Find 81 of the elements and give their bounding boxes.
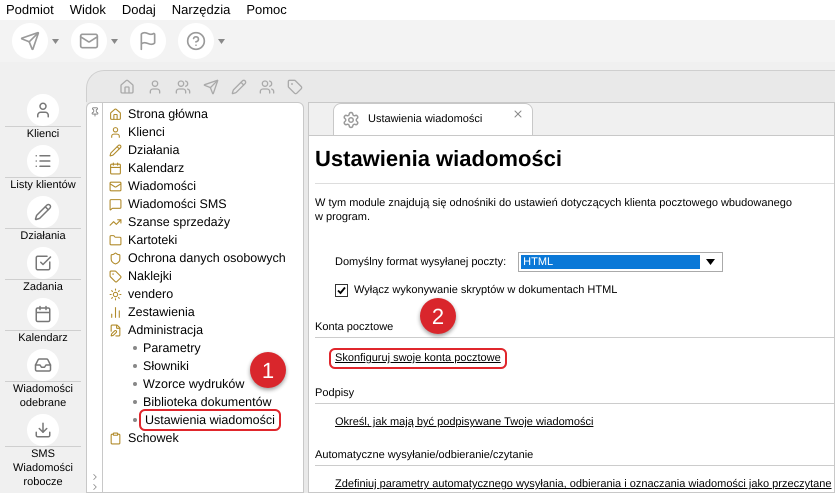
inbox-icon[interactable] (27, 349, 59, 381)
sun-icon (109, 288, 122, 300)
tree-item[interactable]: Administracja (128, 321, 204, 339)
menu-item[interactable]: Dodaj (122, 0, 156, 20)
close-icon[interactable] (512, 108, 524, 120)
pencil-icon (109, 144, 122, 156)
clipboard-icon (109, 432, 122, 444)
pencil-icon[interactable] (231, 78, 247, 94)
bullet-icon (133, 382, 137, 386)
pin-icon[interactable] (90, 107, 100, 117)
tree-item[interactable]: Schowek (128, 429, 179, 447)
bar-chart-icon (109, 306, 122, 318)
calendar-icon[interactable] (27, 298, 59, 330)
tree-item[interactable]: Ochrona danych osobowych (128, 249, 286, 267)
gear-icon (342, 110, 360, 128)
tree-item[interactable]: Działania (128, 141, 180, 159)
person-icon (109, 126, 122, 138)
tree-item[interactable]: vendero (128, 285, 174, 303)
section-link[interactable]: Skonfiguruj swoje konta pocztowe (329, 348, 507, 368)
tree-item[interactable]: Kartoteki (128, 231, 178, 249)
tag-icon[interactable] (287, 78, 303, 94)
intro-text: W tym module znajdują się odnośniki do ustawień dotyczących klienta pocztowego wbudowanego w program. (315, 196, 793, 224)
tree-item[interactable]: Parametry (143, 339, 201, 357)
bullet-icon (133, 346, 137, 350)
chat-icon (109, 198, 122, 210)
tree-item[interactable]: Klienci (128, 123, 165, 141)
section-link[interactable]: Zdefiniuj parametry automatycznego wysyłania, odbierania i oznaczania wiadomości jako przeczytane (335, 476, 832, 492)
tree-item[interactable]: Wiadomości SMS (128, 195, 227, 213)
nav-label[interactable]: Zadania (3, 280, 83, 294)
envelope-icon[interactable] (71, 23, 107, 59)
menu-item[interactable]: Podmiot (6, 0, 54, 20)
page-title: Ustawienia wiadomości (315, 142, 834, 184)
pencil-icon[interactable] (27, 196, 59, 228)
section-heading: Automatyczne wysyłanie/odbieranie/czytanie (315, 446, 834, 466)
tag-icon (109, 270, 122, 282)
caret-icon[interactable] (706, 259, 715, 265)
tree-item[interactable]: Naklejki (128, 267, 172, 285)
tree-item[interactable]: Wiadomości (128, 177, 196, 195)
tree-item[interactable]: Zestawienia (128, 303, 195, 321)
tree-item[interactable]: Wzorce wydruków (143, 375, 244, 393)
nav-label[interactable]: Klienci (3, 127, 83, 141)
calendar-icon (109, 162, 122, 174)
bullet-icon (133, 418, 137, 422)
folder-icon (109, 234, 122, 246)
section-heading: Podpisy (315, 384, 834, 404)
tree-item[interactable]: Strona główna (128, 105, 208, 123)
shield-icon (109, 252, 122, 264)
nav-label[interactable]: SMS Wiadomości robocze (3, 447, 83, 489)
format-label: Domyślny format wysyłanej poczty: (335, 254, 506, 270)
list-icon[interactable] (27, 145, 59, 177)
download-icon[interactable] (27, 414, 59, 446)
house-icon (109, 108, 122, 120)
envelope-icon (109, 180, 122, 192)
bullet-icon (133, 400, 137, 404)
flag-icon[interactable] (130, 23, 166, 59)
nav-label[interactable]: Kalendarz (3, 331, 83, 345)
nav-label[interactable]: Działania (3, 229, 83, 243)
people-icon[interactable] (175, 78, 191, 94)
document-edit-icon (109, 324, 122, 336)
section-link[interactable]: Określ, jak mają być podpisywane Twoje wiadomości (335, 414, 594, 430)
tree-item[interactable]: Ustawienia wiadomości (139, 409, 281, 431)
person-icon[interactable] (27, 94, 59, 126)
nav-label[interactable]: Wiadomości odebrane (3, 382, 83, 410)
help-icon[interactable] (178, 23, 214, 59)
menu-item[interactable]: Pomoc (246, 0, 287, 20)
tree-item[interactable]: Szanse sprzedaży (128, 213, 230, 231)
checkbox-icon[interactable] (27, 247, 59, 279)
tree-item[interactable]: Biblioteka dokumentów (143, 393, 272, 411)
tree-item[interactable]: Kalendarz (128, 159, 184, 177)
people-icon[interactable] (259, 78, 275, 94)
bullet-icon (133, 364, 137, 368)
checkbox-label[interactable]: Wyłącz wykonywanie skryptów w dokumentach HTML (354, 282, 618, 298)
house-icon[interactable] (119, 78, 135, 94)
nav-label[interactable]: Listy klientów (3, 178, 83, 192)
person-icon[interactable] (147, 78, 163, 94)
menu-item[interactable]: Narzędzia (172, 0, 230, 20)
format-dropdown[interactable]: HTML (518, 252, 724, 272)
tree-item[interactable]: Słowniki (143, 357, 189, 375)
menu-item[interactable]: Widok (70, 0, 106, 20)
arrow-icon[interactable] (203, 78, 219, 94)
checkbox[interactable] (335, 284, 348, 297)
